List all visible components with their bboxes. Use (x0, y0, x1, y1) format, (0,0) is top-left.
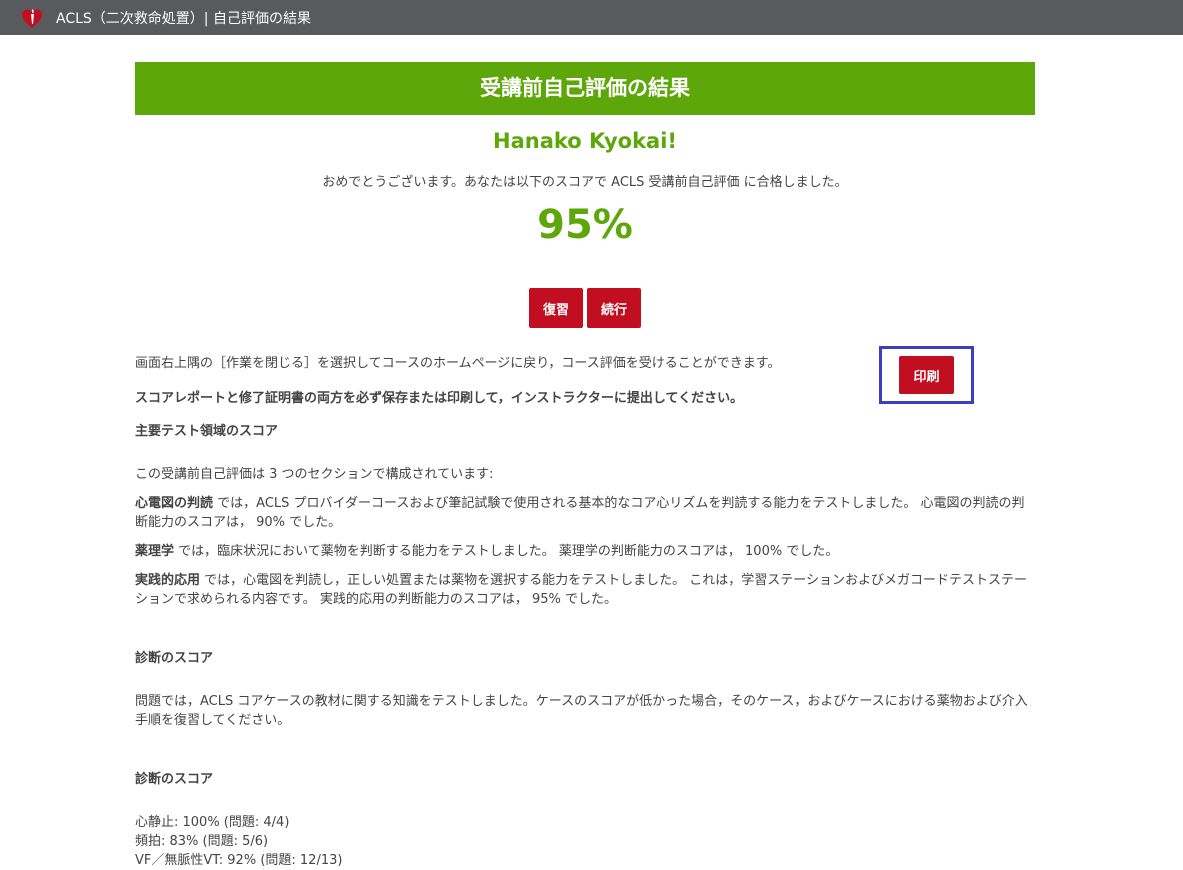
section-item-pharmacology: 薬理学 では，臨床状況において薬物を判断する能力をテストしました。 薬理学の判断… (135, 542, 1035, 561)
diagnosis-scores-list: 心静止: 100% (問題: 4/4) 頻拍: 83% (問題: 5/6) VF… (135, 813, 1035, 870)
section-term: 心電図の判読 (135, 496, 214, 511)
diagnosis-scores-heading: 診断のスコア (135, 772, 214, 787)
list-item: 頻拍: 83% (問題: 5/6) (135, 834, 269, 849)
user-name: Hanako Kyokai! (493, 129, 677, 153)
section-item-ecg: 心電図の判読 では，ACLS プロバイダーコースおよび筆記試験で使用される基本的… (135, 494, 1035, 532)
action-buttons: 復習 続行 (135, 288, 1035, 328)
congrats-message: おめでとうございます。あなたは以下のスコアで ACLS 受講前自己評価 に合格し… (322, 175, 848, 190)
diagnosis-text: 問題では，ACLS コアケースの教材に関する知識をテストしました。ケースのスコア… (135, 694, 1028, 728)
section-term: 薬理学 (135, 544, 175, 559)
section-text: では，心電図を判読し，正しい処置または薬物を選択する能力をテストしました。 これ… (135, 573, 1028, 607)
window-title: ACLS（二次救命処置）| 自己評価の結果 (56, 10, 311, 27)
main-areas-intro: この受講前自己評価は 3 つのセクションで構成されています: (135, 467, 494, 482)
report-body: 印刷 画面右上隅の［作業を閉じる］を選択してコースのホームページに戻り，コース評… (135, 346, 1035, 870)
section-item-practical: 実践的応用 では，心電図を判読し，正しい処置または薬物を選択する能力をテストしま… (135, 571, 1035, 609)
print-button[interactable]: 印刷 (899, 356, 954, 394)
page-banner: 受講前自己評価の結果 (135, 62, 1035, 115)
diagnosis-heading: 診断のスコア (135, 651, 214, 666)
section-term: 実践的応用 (135, 573, 201, 588)
title-bar: ACLS（二次救命処置）| 自己評価の結果 (0, 0, 1183, 35)
section-text: では，ACLS プロバイダーコースおよび筆記試験で使用される基本的なコア心リズム… (135, 496, 1025, 530)
list-item: VF／無脈性VT: 92% (問題: 12/13) (135, 853, 343, 868)
print-highlight: 印刷 (879, 346, 974, 404)
section-text: では，臨床状況において薬物を判断する能力をテストしました。 薬理学の判断能力のス… (174, 544, 839, 559)
list-item: 心静止: 100% (問題: 4/4) (135, 815, 290, 830)
main-content: 受講前自己評価の結果 Hanako Kyokai! おめでとうございます。あなた… (135, 62, 1035, 870)
review-button[interactable]: 復習 (528, 288, 583, 328)
score-value: 95% (537, 202, 633, 248)
main-areas-heading: 主要テスト領域のスコア (135, 424, 279, 439)
heart-torch-logo-icon (22, 8, 42, 28)
continue-button[interactable]: 続行 (587, 288, 642, 328)
